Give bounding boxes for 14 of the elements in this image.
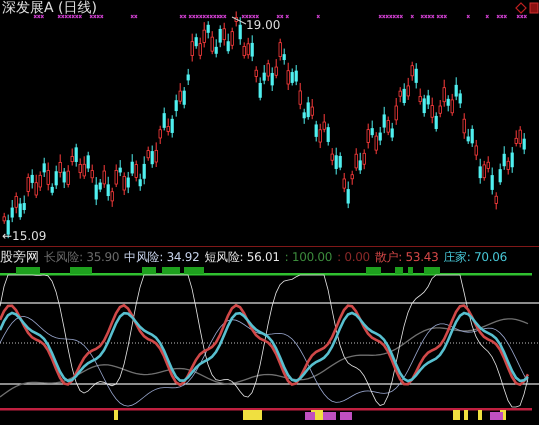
low-price-label: ←15.09 bbox=[2, 229, 46, 243]
indicator-reading: 长风险: 35.90 bbox=[44, 248, 120, 266]
indicator-reading: : 0.00 bbox=[337, 250, 370, 264]
indicator-reading: 短风险: 56.01 bbox=[204, 248, 280, 266]
indicator-reading: : 100.00 bbox=[284, 250, 332, 264]
indicator-reading: 散户: 53.43 bbox=[374, 248, 438, 266]
diamond-icon bbox=[515, 2, 527, 14]
indicator-reading: 庄家: 70.06 bbox=[443, 248, 507, 266]
chart-title: 深发展A (日线) bbox=[2, 0, 97, 16]
high-price-label: 19.00 bbox=[246, 18, 280, 32]
leader-line bbox=[232, 16, 246, 24]
square-icon bbox=[530, 2, 538, 14]
indicator-reading: 中风险: 34.92 bbox=[124, 248, 200, 266]
indicator-name: 股旁网 bbox=[0, 249, 39, 266]
